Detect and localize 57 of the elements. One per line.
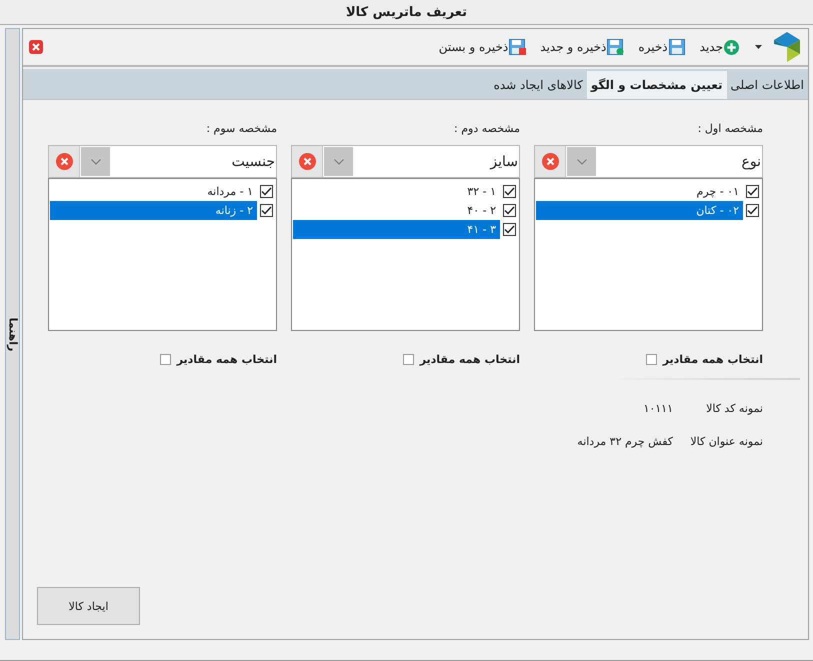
checkbox[interactable] xyxy=(503,185,516,198)
checkbox[interactable] xyxy=(503,204,516,217)
sample-label: نمونه عنوان کالا xyxy=(689,435,763,448)
caret-icon[interactable] xyxy=(755,45,762,49)
field-label: مشخصه اول : xyxy=(698,122,763,136)
list-item[interactable]: ۱ - مردانه xyxy=(50,182,257,201)
chevron-icon xyxy=(576,158,586,164)
close-icon[interactable] xyxy=(29,40,43,54)
toolbar-button[interactable]: ذخیره و بستن xyxy=(434,39,530,55)
checkbox[interactable] xyxy=(160,354,171,365)
checkbox[interactable] xyxy=(646,354,657,365)
clear-button[interactable] xyxy=(49,146,80,177)
checkbox-label: انتخاب همه مقادیر xyxy=(662,353,763,366)
clear-button[interactable] xyxy=(535,146,566,177)
checkbox[interactable] xyxy=(260,185,273,198)
field-label: مشخصه دوم : xyxy=(454,122,520,136)
checkbox-label: انتخاب همه مقادیر xyxy=(420,353,520,366)
combo-box[interactable]: سایز xyxy=(323,146,519,177)
list-item[interactable]: ۲ - زنانه xyxy=(50,201,257,220)
tab[interactable]: تعیین مشخصات و الگو xyxy=(586,71,727,99)
combo-box[interactable]: جنسیت xyxy=(80,146,276,177)
checkbox-label: انتخاب همه مقادیر xyxy=(176,353,277,366)
toolbar-button[interactable]: جدید xyxy=(696,40,743,54)
toolbar-button[interactable]: ذخیره و جدید xyxy=(536,39,628,55)
window-title: تعریف ماتریس کالا xyxy=(346,4,467,20)
sample-value: ۱۰۱۱۱ xyxy=(643,402,673,415)
chevron-icon xyxy=(90,158,100,164)
logo-icon xyxy=(774,32,800,62)
combo-box[interactable]: نوع xyxy=(566,146,762,177)
side-tab-label: راهنما xyxy=(6,317,19,351)
list-item[interactable]: ۰۱ - چرم xyxy=(536,182,743,201)
list-item[interactable]: ۲ - ۴۰ xyxy=(293,201,500,220)
close-icon xyxy=(56,153,72,170)
create-button[interactable]: ایجاد کالا xyxy=(37,587,140,625)
clear-button[interactable] xyxy=(292,146,323,177)
checkbox[interactable] xyxy=(746,204,759,217)
list-item[interactable]: ۳ - ۴۱ xyxy=(293,220,500,239)
checkbox[interactable] xyxy=(402,354,414,365)
checkbox[interactable] xyxy=(503,223,516,236)
toolbar-button[interactable]: ذخیره xyxy=(634,39,690,55)
save-close-icon xyxy=(509,39,526,55)
plus-icon xyxy=(724,40,739,54)
list-item[interactable]: ۱ - ۳۲ xyxy=(293,182,500,201)
checkbox[interactable] xyxy=(746,185,759,198)
sample-label: نمونه کد کالا xyxy=(705,402,763,415)
close-icon xyxy=(298,153,316,170)
save-add-icon xyxy=(607,39,624,55)
sample-value: کفش چرم ۳۲ مردانه xyxy=(577,435,673,448)
side-tab[interactable]: راهنما xyxy=(5,28,20,640)
close-icon xyxy=(542,153,558,170)
tab[interactable]: اطلاعات اصلی xyxy=(726,71,808,99)
list-item[interactable]: ۰۲ - کتان xyxy=(536,201,743,220)
checkbox[interactable] xyxy=(260,204,273,217)
chevron-icon xyxy=(334,158,344,164)
save-icon xyxy=(668,39,686,55)
tab[interactable]: کالاهای ایجاد شده xyxy=(490,71,587,99)
field-label: مشخصه سوم : xyxy=(206,122,277,136)
